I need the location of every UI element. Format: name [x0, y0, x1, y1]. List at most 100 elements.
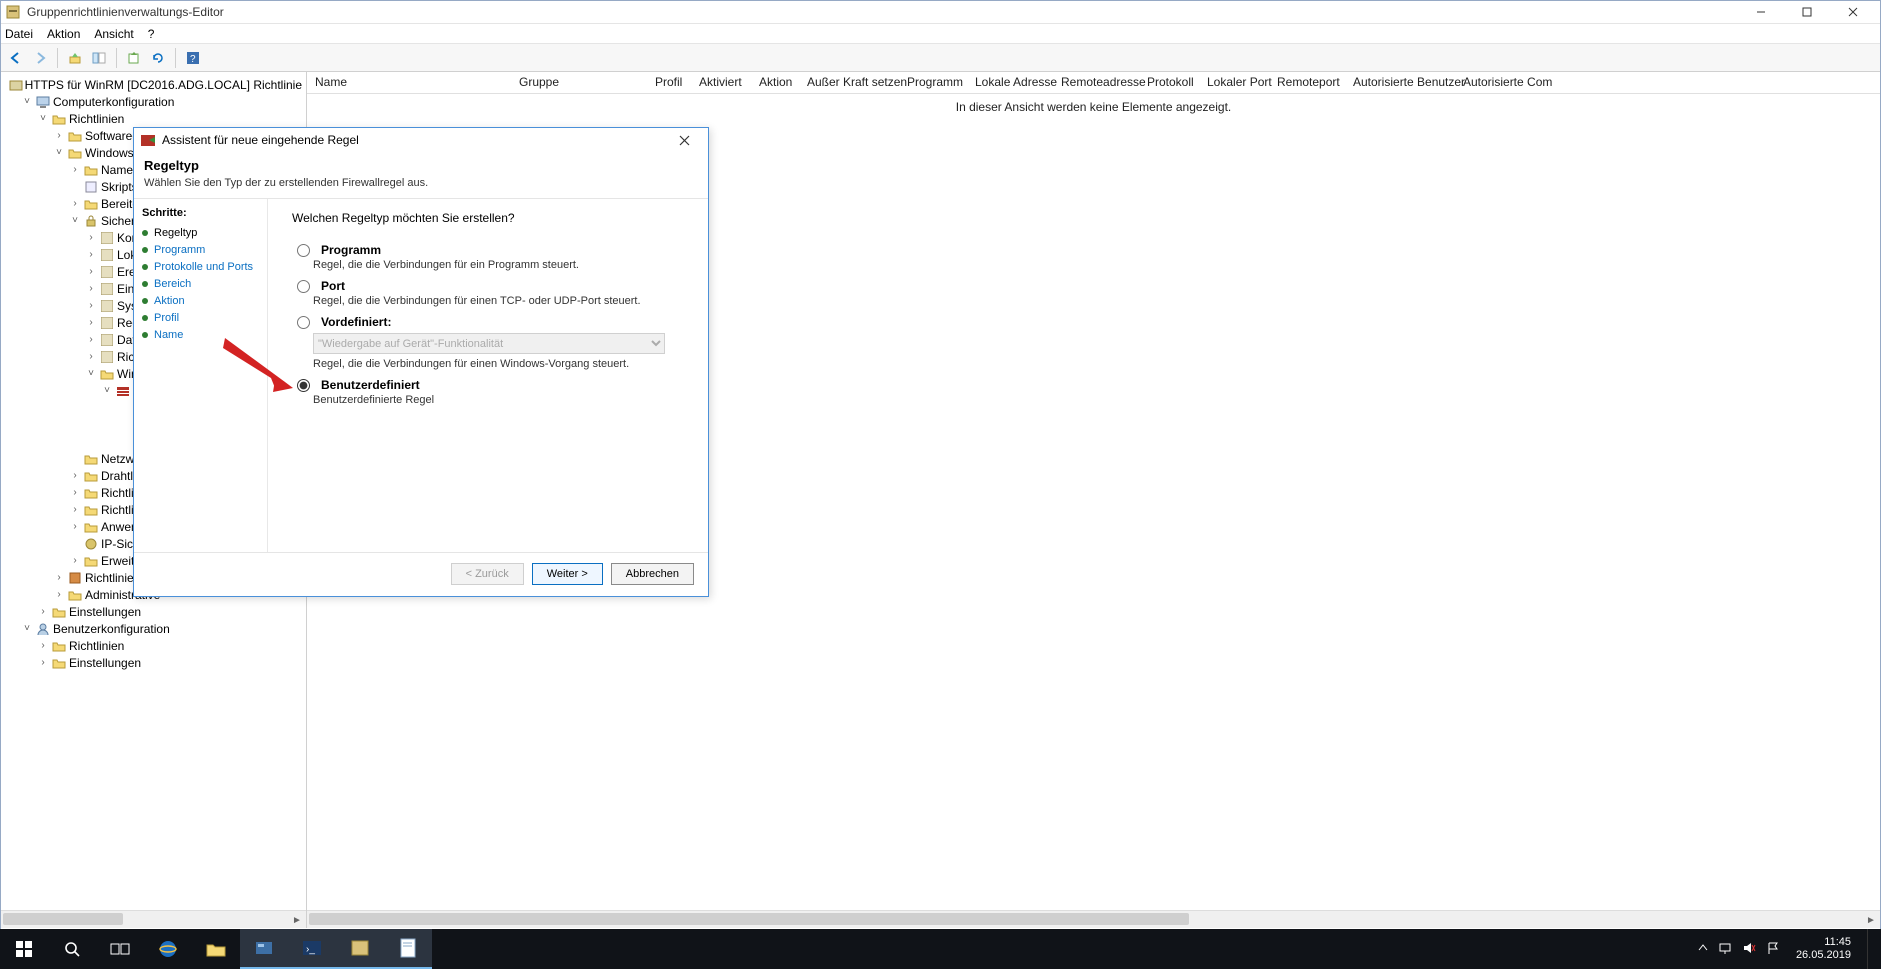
policy-icon [99, 264, 115, 280]
refresh-button[interactable] [147, 47, 169, 69]
step-protokolle[interactable]: Protokolle und Ports [142, 261, 259, 273]
wizard-steps: Schritte: Regeltyp Programm Protokolle u… [134, 199, 268, 552]
tree-hscrollbar[interactable]: ◄ ► [1, 910, 306, 928]
taskbar-notepad[interactable] [384, 929, 432, 969]
tray-flag-icon[interactable] [1766, 941, 1780, 958]
option-vordefiniert[interactable]: Vordefiniert: [292, 315, 688, 329]
tree-benutzerkonfiguration[interactable]: ˅Benutzerkonfiguration [21, 620, 306, 637]
radio-programm[interactable] [297, 244, 310, 257]
tree-label: Computerkonfiguration [53, 95, 174, 109]
folder-icon [67, 587, 83, 603]
menu-help[interactable]: ? [148, 27, 155, 41]
taskbar-explorer[interactable] [192, 929, 240, 969]
step-name[interactable]: Name [142, 329, 259, 341]
col-programm[interactable]: Programm [899, 72, 967, 93]
scroll-thumb[interactable] [309, 913, 1189, 925]
col-aktion[interactable]: Aktion [751, 72, 799, 93]
titlebar[interactable]: Gruppenrichtlinienverwaltungs-Editor [1, 1, 1880, 24]
task-view-button[interactable] [96, 929, 144, 969]
taskbar-clock[interactable]: 11:45 26.05.2019 [1790, 936, 1857, 962]
step-dot-icon [142, 264, 148, 270]
up-level-button[interactable] [64, 47, 86, 69]
tray-network-icon[interactable] [1718, 941, 1732, 958]
help-button[interactable]: ? [182, 47, 204, 69]
nav-back-button[interactable] [5, 47, 27, 69]
col-autorisierte-computer[interactable]: Autorisierte Com [1455, 72, 1880, 93]
col-autorisierte-benutzer[interactable]: Autorisierte Benutzer [1345, 72, 1455, 93]
option-programm[interactable]: Programm [292, 243, 688, 257]
step-label: Protokolle und Ports [154, 261, 253, 273]
scroll-right-icon[interactable]: ► [1862, 911, 1880, 929]
back-button[interactable]: < Zurück [451, 563, 524, 585]
taskbar[interactable]: ›_ 11:45 26.05.2019 [0, 929, 1881, 969]
col-lokale-adresse[interactable]: Lokale Adresse [967, 72, 1053, 93]
tree-root[interactable]: HTTPS für WinRM [DC2016.ADG.LOCAL] Richt… [5, 76, 306, 93]
nav-forward-button[interactable] [29, 47, 51, 69]
col-remoteadresse[interactable]: Remoteadresse [1053, 72, 1139, 93]
policy-icon [99, 281, 115, 297]
wizard-titlebar[interactable]: Assistent für neue eingehende Regel [134, 128, 708, 152]
taskbar-powershell[interactable]: ›_ [288, 929, 336, 969]
step-bereich[interactable]: Bereich [142, 278, 259, 290]
menu-datei[interactable]: Datei [5, 27, 33, 41]
next-button[interactable]: Weiter > [532, 563, 603, 585]
step-aktion[interactable]: Aktion [142, 295, 259, 307]
step-profil[interactable]: Profil [142, 312, 259, 324]
col-name[interactable]: Name [307, 72, 511, 93]
col-protokoll[interactable]: Protokoll [1139, 72, 1199, 93]
scroll-thumb[interactable] [3, 913, 123, 925]
menu-aktion[interactable]: Aktion [47, 27, 80, 41]
export-button[interactable] [123, 47, 145, 69]
tree-item[interactable]: ›Einstellungen [37, 654, 306, 671]
show-hide-tree-button[interactable] [88, 47, 110, 69]
new-inbound-rule-wizard: Assistent für neue eingehende Regel Rege… [133, 127, 709, 597]
svg-text:›_: ›_ [306, 944, 315, 955]
start-button[interactable] [0, 929, 48, 969]
tree-item[interactable]: ›Richtlinien [37, 637, 306, 654]
tray-up-icon[interactable] [1698, 943, 1708, 956]
taskbar-server-manager[interactable] [240, 929, 288, 969]
minimize-button[interactable] [1738, 1, 1784, 23]
close-button[interactable] [1830, 1, 1876, 23]
system-tray[interactable] [1698, 941, 1780, 958]
show-desktop-button[interactable] [1867, 929, 1873, 969]
maximize-button[interactable] [1784, 1, 1830, 23]
col-remoteport[interactable]: Remoteport [1269, 72, 1345, 93]
col-aktiviert[interactable]: Aktiviert [691, 72, 751, 93]
col-profil[interactable]: Profil [647, 72, 691, 93]
step-regeltyp[interactable]: Regeltyp [142, 227, 259, 239]
wizard-heading: Regeltyp [144, 158, 698, 173]
option-benutzerdefiniert[interactable]: Benutzerdefiniert [292, 378, 688, 392]
menu-ansicht[interactable]: Ansicht [94, 27, 133, 41]
option-desc: Regel, die die Verbindungen für ein Prog… [313, 259, 688, 271]
folder-icon [83, 502, 99, 518]
taskbar-mmc[interactable] [336, 929, 384, 969]
col-ausser-kraft[interactable]: Außer Kraft setzen [799, 72, 899, 93]
wizard-close-button[interactable] [666, 129, 702, 151]
list-hscrollbar[interactable]: ◄ ► [307, 910, 1880, 928]
column-headers[interactable]: Name Gruppe Profil Aktiviert Aktion Auße… [307, 72, 1880, 94]
option-port[interactable]: Port [292, 279, 688, 293]
tree-computerkonfiguration[interactable]: ˅Computerkonfiguration [21, 93, 306, 110]
radio-vordefiniert[interactable] [297, 316, 310, 329]
computer-icon [35, 94, 51, 110]
scroll-right-icon[interactable]: ► [288, 911, 306, 928]
col-gruppe[interactable]: Gruppe [511, 72, 647, 93]
vordefiniert-select[interactable]: "Wiedergabe auf Gerät"-Funktionalität [313, 333, 665, 354]
tree-einstellungen[interactable]: ›Einstellungen [37, 603, 306, 620]
toolbar: ? [1, 44, 1880, 72]
policy-icon [9, 77, 23, 93]
tree-richtlinien[interactable]: ˅Richtlinien [37, 110, 306, 127]
cancel-button[interactable]: Abbrechen [611, 563, 694, 585]
step-dot-icon [142, 332, 148, 338]
col-lokaler-port[interactable]: Lokaler Port [1199, 72, 1269, 93]
tray-volume-icon[interactable] [1742, 941, 1756, 958]
step-programm[interactable]: Programm [142, 244, 259, 256]
radio-benutzerdefiniert[interactable] [297, 379, 310, 392]
option-label: Port [321, 279, 345, 293]
taskbar-ie[interactable] [144, 929, 192, 969]
search-button[interactable] [48, 929, 96, 969]
step-dot-icon [142, 247, 148, 253]
radio-port[interactable] [297, 280, 310, 293]
step-label: Profil [154, 312, 179, 324]
